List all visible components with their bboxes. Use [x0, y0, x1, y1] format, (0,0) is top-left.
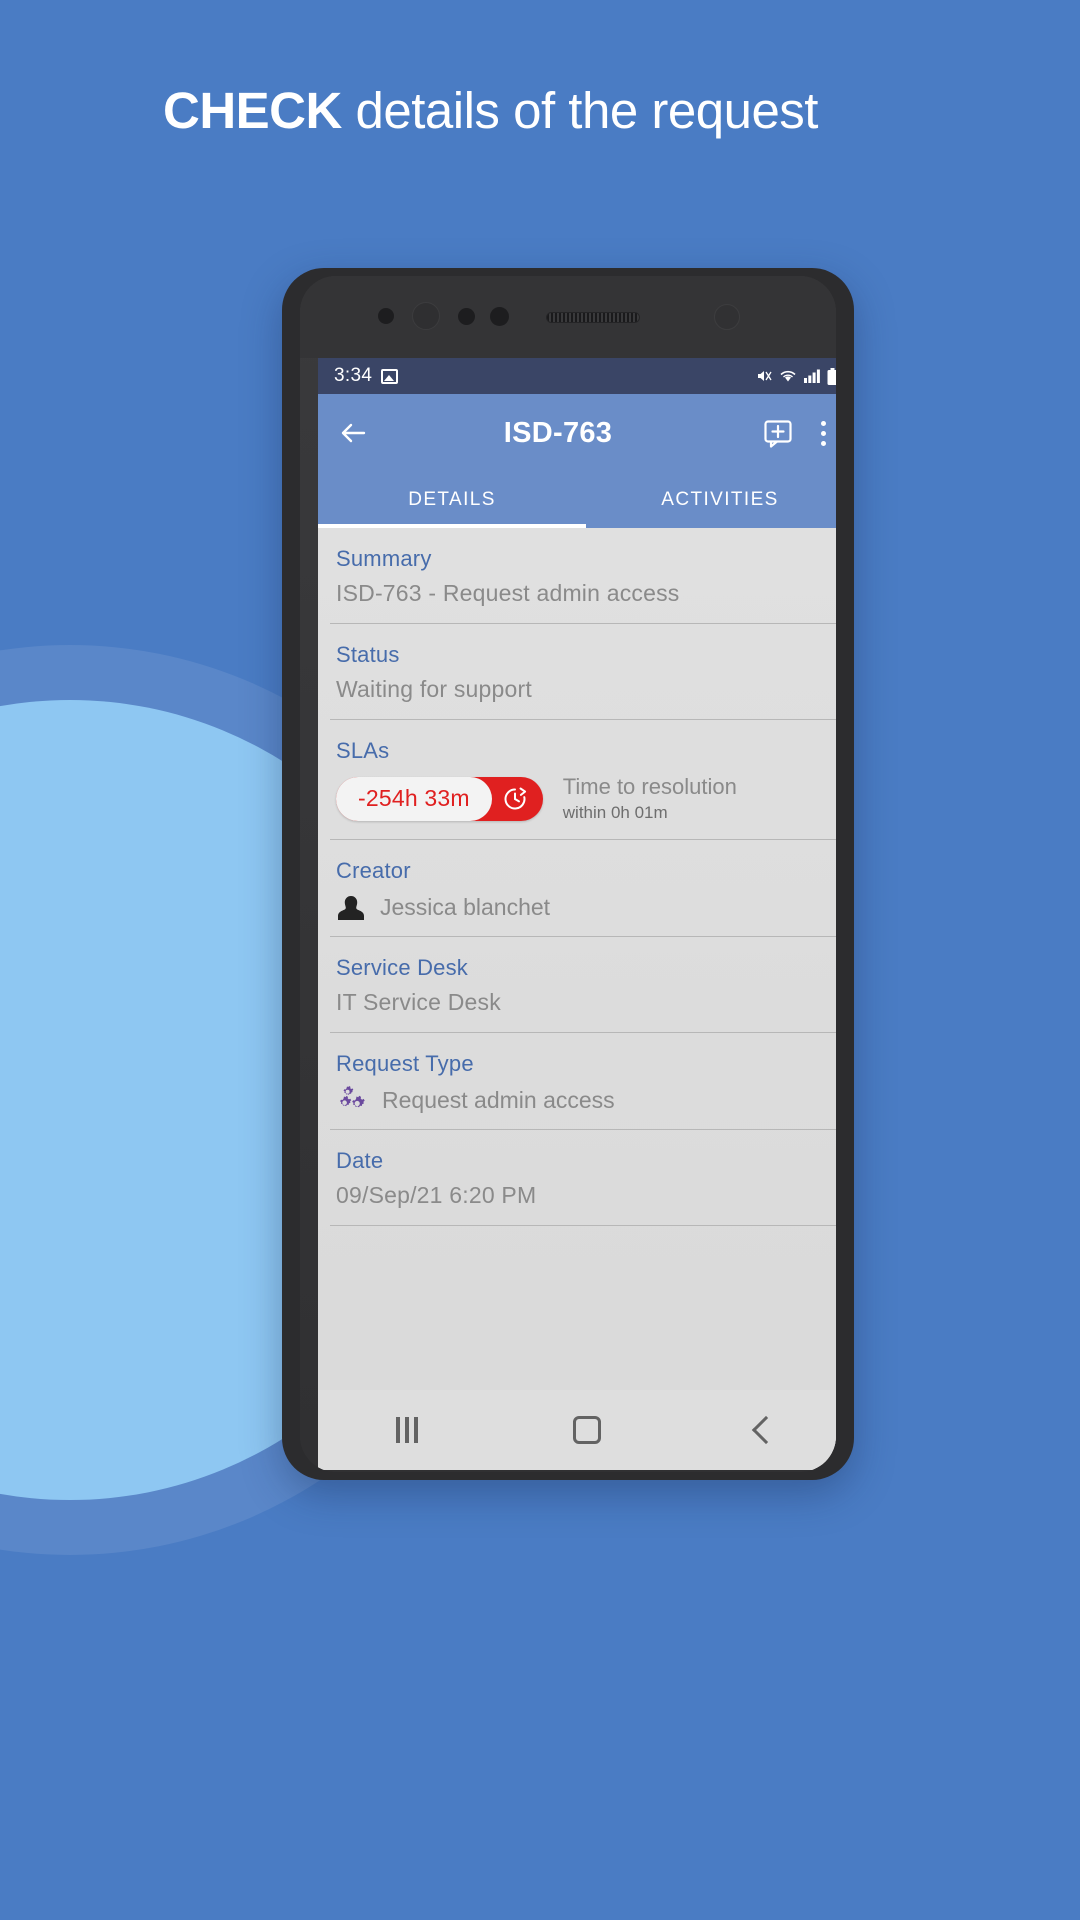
front-camera-icon: [412, 302, 440, 330]
field-date: Date 09/Sep/21 6:20 PM: [330, 1130, 836, 1226]
sla-text: Time to resolution within 0h 01m: [563, 774, 737, 823]
back-icon[interactable]: [752, 1415, 781, 1445]
status-bar: 3:34: [318, 358, 836, 394]
app-bar: ISD-763: [318, 394, 836, 472]
sla-subtitle: within 0h 01m: [562, 803, 668, 822]
page-title: CHECK details of the request: [163, 72, 863, 150]
sla-row: -254h 33m Time to resolution within 0h 0…: [336, 768, 836, 839]
details-list: Summary ISD-763 - Request admin access S…: [318, 528, 836, 1470]
iris-scanner-icon: [714, 304, 740, 330]
tab-details[interactable]: DETAILS: [318, 472, 586, 528]
tab-activities[interactable]: ACTIVITIES: [586, 472, 836, 528]
field-label: Status: [336, 642, 400, 667]
home-icon[interactable]: [572, 1416, 601, 1444]
signal-icon: [804, 369, 820, 383]
headline-bold: CHECK: [163, 82, 342, 139]
person-avatar-icon: [336, 892, 366, 922]
field-summary: Summary ISD-763 - Request admin access: [330, 528, 836, 624]
light-sensor-icon: [490, 307, 509, 326]
field-slas: SLAs -254h 33m Time to resolution within: [330, 720, 836, 840]
sla-title: Time to resolution: [562, 774, 737, 799]
field-label: Date: [336, 1148, 384, 1173]
field-label: Creator: [336, 858, 411, 883]
recent-apps-icon[interactable]: [395, 1417, 418, 1443]
sla-badge-time: -254h 33m: [336, 776, 492, 821]
phone-bezel: [300, 276, 836, 358]
field-creator: Creator Jessica blanchet: [330, 840, 836, 937]
status-bar-icons: [756, 367, 836, 385]
field-label: Summary: [336, 546, 432, 571]
request-type-value-row: Request admin access: [336, 1081, 836, 1129]
field-value: 09/Sep/21 6:20 PM: [336, 1182, 537, 1208]
field-value: Request admin access: [382, 1086, 615, 1113]
creator-value-row: Jessica blanchet: [336, 888, 836, 936]
field-request-type: Request Type Request admin access: [330, 1033, 836, 1130]
sensor-icon: [378, 308, 394, 324]
proximity-sensor-icon: [458, 308, 475, 325]
field-value: Waiting for support: [336, 676, 532, 702]
clock-refresh-icon: [500, 784, 530, 814]
sla-badge[interactable]: -254h 33m: [336, 776, 543, 821]
phone-body: 3:34 ISD-763 DETAILS ACTIVITIES Summary …: [300, 276, 836, 1472]
image-icon: [381, 368, 399, 384]
earpiece-speaker: [546, 312, 640, 323]
gears-icon: [336, 1085, 368, 1115]
tab-bar: DETAILS ACTIVITIES: [318, 472, 836, 528]
field-value: Jessica blanchet: [380, 893, 551, 920]
phone-screen: 3:34 ISD-763 DETAILS ACTIVITIES Summary …: [318, 358, 836, 1470]
battery-icon: [827, 367, 836, 385]
app-bar-title: ISD-763: [503, 416, 613, 449]
system-navigation-bar: [318, 1390, 836, 1470]
phone-frame: 3:34 ISD-763 DETAILS ACTIVITIES Summary …: [282, 268, 854, 1480]
wifi-icon: [779, 369, 797, 383]
field-value: ISD-763 - Request admin access: [336, 580, 680, 606]
more-vertical-icon[interactable]: [810, 417, 836, 449]
field-label: SLAs: [336, 738, 390, 763]
field-value: IT Service Desk: [336, 989, 501, 1015]
field-status: Status Waiting for support: [330, 624, 836, 720]
field-service-desk: Service Desk IT Service Desk: [330, 937, 836, 1033]
status-bar-clock: 3:34: [334, 365, 373, 386]
field-label: Request Type: [336, 1051, 474, 1076]
field-label: Service Desk: [336, 955, 468, 980]
mute-icon: [756, 368, 772, 384]
add-comment-icon[interactable]: [762, 417, 794, 449]
headline-rest: details of the request: [341, 82, 819, 139]
